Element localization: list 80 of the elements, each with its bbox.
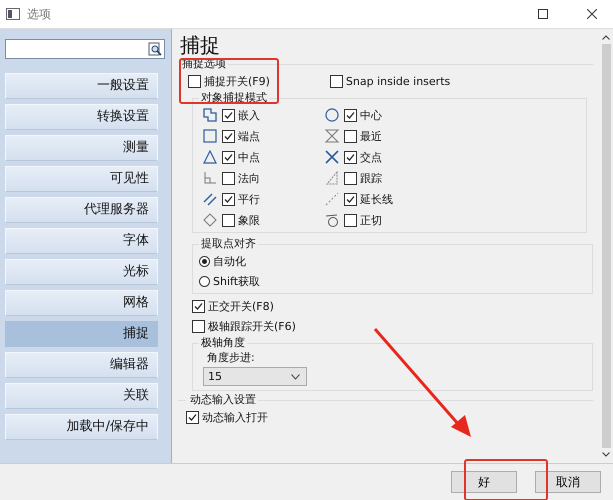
checkbox[interactable]: [344, 130, 357, 142]
checkbox[interactable]: [222, 172, 235, 184]
dialog-button[interactable]: 好: [451, 471, 517, 493]
group-title: 极轴角度: [200, 336, 246, 350]
checkbox[interactable]: [344, 214, 357, 226]
sidebar-item[interactable]: 加载中/保存中: [5, 414, 158, 440]
window-title: 选项: [27, 6, 51, 22]
checkbox[interactable]: [344, 150, 357, 164]
group-title: 动态输入设置: [189, 393, 257, 407]
midpoint-snap-icon: [203, 150, 217, 164]
tangent-snap-icon: [325, 213, 339, 227]
checkbox[interactable]: [192, 320, 205, 332]
dialog-button[interactable]: 取消: [535, 471, 601, 493]
angle-dropdown[interactable]: 15: [203, 367, 307, 386]
sidebar-item[interactable]: 编辑器: [5, 352, 158, 378]
app-icon: [6, 8, 20, 20]
sidebar-item[interactable]: 字体: [5, 228, 158, 254]
checkbox-label: 中心: [360, 108, 382, 122]
sidebar-item[interactable]: 一般设置: [5, 73, 158, 99]
scroll-down-icon: [602, 452, 610, 457]
extension-snap-icon: [325, 192, 339, 206]
radio-button[interactable]: [199, 276, 210, 286]
intersection-snap-icon: [325, 150, 339, 164]
endpoint-snap-icon: [203, 129, 217, 143]
checkbox-label: 交点: [360, 150, 382, 164]
radio-label: Shift获取: [213, 274, 260, 288]
checkbox[interactable]: [186, 410, 199, 424]
checkbox[interactable]: [344, 192, 357, 206]
search-field[interactable]: [5, 39, 165, 59]
circle-icon: [325, 108, 339, 122]
radio-button[interactable]: [199, 256, 210, 266]
search-icon: [148, 42, 162, 56]
sidebar-item[interactable]: 代理服务器: [5, 197, 158, 223]
checkbox-label: 延长线: [360, 192, 393, 206]
checkbox[interactable]: [192, 300, 205, 312]
sidebar-item[interactable]: 测量: [5, 135, 158, 161]
radio-label: 自动化: [213, 254, 246, 268]
sidebar-item[interactable]: 光标: [5, 259, 158, 285]
checkbox[interactable]: [344, 172, 357, 184]
maximize-icon[interactable]: [538, 9, 548, 19]
chevron-down-icon: [291, 374, 300, 380]
sidebar-item[interactable]: 可见性: [5, 166, 158, 192]
checkbox[interactable]: [330, 74, 343, 88]
sidebar-item[interactable]: 关联: [5, 383, 158, 409]
checkbox-label: 端点: [238, 128, 260, 144]
checkbox-label: 平行: [238, 192, 260, 206]
checkbox-label: 正交开关(F8): [208, 298, 274, 314]
sidebar-item[interactable]: 转换设置: [5, 104, 158, 130]
quadrant-snap-icon: [203, 213, 217, 227]
scroll-up-icon: [602, 35, 610, 40]
checkbox-label: 法向: [238, 170, 260, 186]
checkbox[interactable]: [222, 108, 235, 122]
checkbox-label: 嵌入: [238, 108, 260, 122]
checkbox[interactable]: [222, 214, 235, 226]
checkbox[interactable]: [188, 74, 201, 88]
checkbox-label: 跟踪: [360, 170, 382, 186]
parallel-snap-icon: [203, 192, 217, 206]
checkbox[interactable]: [222, 150, 235, 164]
sidebar-item[interactable]: 网格: [5, 290, 158, 316]
tracking-snap-icon: [325, 171, 339, 185]
group-title: 提取点对齐: [200, 237, 257, 251]
checkbox[interactable]: [222, 192, 235, 206]
checkbox-label: 捕捉开关(F9): [204, 74, 270, 88]
scroll-thumb[interactable]: [602, 44, 610, 448]
insert-snap-icon: [203, 108, 217, 122]
checkbox-label: 象限: [238, 212, 260, 228]
checkbox-label: 正切: [360, 212, 382, 228]
close-icon[interactable]: [587, 9, 597, 19]
sidebar-item[interactable]: 捕捉: [5, 321, 158, 347]
field-label: 角度步进:: [206, 350, 256, 365]
checkbox-label: 动态输入打开: [202, 410, 268, 424]
perpendicular-snap-icon: [203, 171, 217, 185]
checkbox[interactable]: [344, 108, 357, 122]
checkbox-label: 极轴跟踪开关(F6): [208, 318, 296, 334]
checkbox-label: 中点: [238, 150, 260, 164]
checkbox-label: 最近: [360, 128, 382, 144]
nearest-snap-icon: [325, 129, 339, 143]
page-title: 捕捉: [180, 33, 221, 57]
checkbox[interactable]: [222, 130, 235, 142]
checkbox-label: Snap inside inserts: [346, 74, 450, 88]
